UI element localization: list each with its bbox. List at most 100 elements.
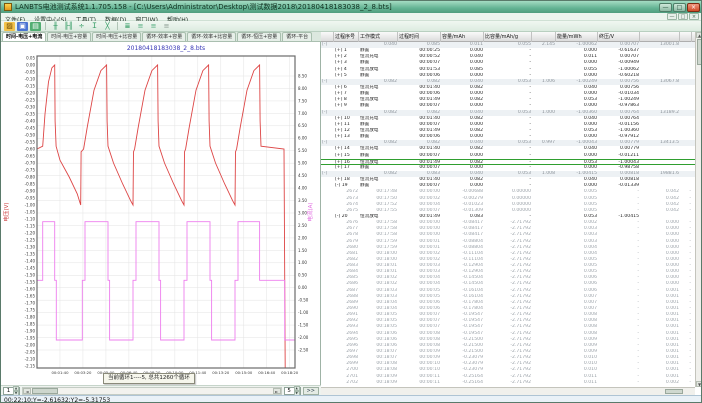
start-cycle-spinner[interactable]: 1 ▲ ▼ xyxy=(3,387,20,395)
grid-col-header-6[interactable] xyxy=(532,32,556,42)
open-file-icon[interactable]: ▨ xyxy=(4,22,15,31)
grid-col-header-0[interactable] xyxy=(321,32,334,42)
close-button[interactable]: × xyxy=(687,3,700,12)
grid-cell: -0.25164 xyxy=(441,380,484,386)
chart-scroll-thumb[interactable] xyxy=(32,388,58,394)
y-right-axis-label: 电流(A) xyxy=(306,202,314,221)
tab-2[interactable]: 时间-电压+比容量 xyxy=(92,32,141,41)
svg-text:-0.85: -0.85 xyxy=(25,181,36,186)
grid-vertical-scrollbar[interactable]: ▲ ▼ xyxy=(695,32,702,387)
curve-marker-icon[interactable]: ╟╢ xyxy=(63,22,74,31)
svg-text:1.00: 1.00 xyxy=(298,260,307,265)
svg-text:-2.00: -2.00 xyxy=(298,335,309,340)
time-voltage-current-chart[interactable]: 20180418183038_2_8.bts 0.05 0.00 -0.05 -0.10… xyxy=(1,42,319,374)
svg-text:-1.10: -1.10 xyxy=(25,216,36,221)
tab-3[interactable]: 循环-效率+容量 xyxy=(142,32,186,41)
svg-text:-1.15: -1.15 xyxy=(25,223,36,228)
grid-cell: 00:00:11 xyxy=(398,380,441,386)
grid-col-header-5[interactable]: 比容量/mAh/g xyxy=(484,32,532,42)
grid-cell: 2702 xyxy=(334,380,359,386)
scroll-right-icon[interactable]: ► xyxy=(273,388,281,394)
chart-pane: 时间-电压+电流时间-电压+容量时间-电压+比容量循环-效率+容量循环-效率+比… xyxy=(1,32,321,395)
curve-cut-icon[interactable]: ╳ xyxy=(102,22,113,31)
grid-col-header-10[interactable] xyxy=(680,32,692,42)
data-grid-pane: 过程序号工作模式过程时间容量/mAh比容量/mAh/g 能量/mWh终压/V [-… xyxy=(321,32,702,395)
grid-col-header-4[interactable]: 容量/mAh xyxy=(441,32,484,42)
svg-text:-0.80: -0.80 xyxy=(25,174,36,179)
chart-area[interactable]: 20180418183038_2_8.bts 0.05 0.00 -0.05 -0.10… xyxy=(1,42,321,374)
menu-bar: 文件(F)设置中心(S)工具(T)数据(D)窗口(W)帮助(H) — □ × xyxy=(1,13,702,21)
grid-body[interactable]: [-]0.0400.0850.0110.0552.145-1.000620.00… xyxy=(321,42,695,387)
scroll-down-icon[interactable]: ▼ xyxy=(696,381,702,387)
grid-col-header-2[interactable]: 工作模式 xyxy=(359,32,398,42)
record-row[interactable]: 270200:18:0900:00:11-0.25164-2.717920.01… xyxy=(321,380,695,386)
svg-text:00:16:40: 00:16:40 xyxy=(258,370,276,374)
svg-text:-0.05: -0.05 xyxy=(25,69,36,74)
tab-0[interactable]: 时间-电压+电流 xyxy=(2,32,46,41)
svg-text:3.00: 3.00 xyxy=(298,210,307,215)
svg-text:0.05: 0.05 xyxy=(26,55,35,60)
grid-horizontal-scrollbar[interactable] xyxy=(321,387,695,395)
next-page-button[interactable]: >> xyxy=(303,387,319,395)
grid-col-header-1[interactable]: 过程序号 xyxy=(334,32,359,42)
svg-text:-1.00: -1.00 xyxy=(25,202,36,207)
grid-cell xyxy=(532,380,556,386)
curve-scale-icon[interactable]: Ｉ xyxy=(89,22,100,31)
svg-text:-0.45: -0.45 xyxy=(25,125,36,130)
grid-col-header-9[interactable] xyxy=(640,32,680,42)
y-left-axis-label: 电压(V) xyxy=(2,202,10,221)
svg-text:-1.75: -1.75 xyxy=(25,307,36,312)
svg-text:-0.30: -0.30 xyxy=(25,104,36,109)
svg-text:6.50: 6.50 xyxy=(298,123,307,128)
report-icon[interactable]: ≡ xyxy=(161,22,172,31)
svg-text:-0.10: -0.10 xyxy=(25,76,36,81)
process-list-icon[interactable]: ≡ xyxy=(135,22,146,31)
tab-1[interactable]: 时间-电压+容量 xyxy=(47,32,91,41)
curve-cursor-icon[interactable]: ╫ xyxy=(50,22,61,31)
maximize-button[interactable]: □ xyxy=(673,3,686,12)
curve-split-icon[interactable]: ÷ xyxy=(76,22,87,31)
svg-text:-0.15: -0.15 xyxy=(25,83,36,88)
svg-text:-0.50: -0.50 xyxy=(25,132,36,137)
process-row[interactable]: [+] 15静置00:00:070.000-0.000-0.01211 xyxy=(321,153,695,159)
tab-5[interactable]: 循环-恒压+容量 xyxy=(237,32,281,41)
child-restore-button[interactable]: □ xyxy=(678,13,688,20)
scroll-left-icon[interactable]: ◄ xyxy=(23,388,31,394)
grid-col-header-7[interactable]: 能量/mWh xyxy=(556,32,598,42)
minimize-button[interactable]: — xyxy=(659,3,672,12)
grid-col-header-3[interactable]: 过程时间 xyxy=(398,32,441,42)
svg-text:-1.65: -1.65 xyxy=(25,293,36,298)
grid-cell xyxy=(532,153,556,159)
chart-title: 20180418183038_2_8.bts xyxy=(127,45,205,52)
svg-text:-0.35: -0.35 xyxy=(25,111,36,116)
toolbar: ▨▣▤╫╟╢÷Ｉ╳≣≡≡≡ xyxy=(1,21,702,32)
record-list-icon[interactable]: ≣ xyxy=(122,22,133,31)
svg-text:-1.30: -1.30 xyxy=(25,244,36,249)
chart-nav-bar: 1 ▲ ▼ ◄ ► 5 ▲ ▼ >> xyxy=(1,385,321,395)
grid-cell xyxy=(321,380,334,386)
child-minimize-button[interactable]: — xyxy=(667,13,677,20)
child-close-button[interactable]: × xyxy=(689,13,699,20)
grid-vscroll-thumb[interactable] xyxy=(697,39,702,65)
svg-text:-1.50: -1.50 xyxy=(298,322,309,327)
grid-hscroll-thumb[interactable] xyxy=(665,389,683,394)
page-cycle-spinner[interactable]: 5 ▲ ▼ xyxy=(284,387,301,395)
svg-text:-1.60: -1.60 xyxy=(25,286,36,291)
svg-text:0.00: 0.00 xyxy=(26,62,35,67)
grid-cell: -0.01211 xyxy=(598,153,640,159)
svg-text:5.50: 5.50 xyxy=(298,148,307,153)
cycle-list-icon[interactable]: ≡ xyxy=(148,22,159,31)
scroll-up-icon[interactable]: ▲ xyxy=(696,32,702,38)
chart-horizontal-scrollbar[interactable]: ◄ ► xyxy=(22,387,282,395)
grid-col-header-8[interactable]: 终压/V xyxy=(598,32,640,42)
svg-text:-2.10: -2.10 xyxy=(25,356,36,361)
svg-text:-0.90: -0.90 xyxy=(25,188,36,193)
export-image-icon[interactable]: ▤ xyxy=(30,22,41,31)
save-icon[interactable]: ▣ xyxy=(17,22,28,31)
toolbar-separator xyxy=(117,22,118,30)
svg-text:-1.55: -1.55 xyxy=(25,279,36,284)
svg-text:4.00: 4.00 xyxy=(298,185,307,190)
start-cycle-value: 1 xyxy=(4,388,13,394)
tab-6[interactable]: 循环-平台 xyxy=(282,32,312,41)
tab-4[interactable]: 循环-效率+比容量 xyxy=(187,32,236,41)
